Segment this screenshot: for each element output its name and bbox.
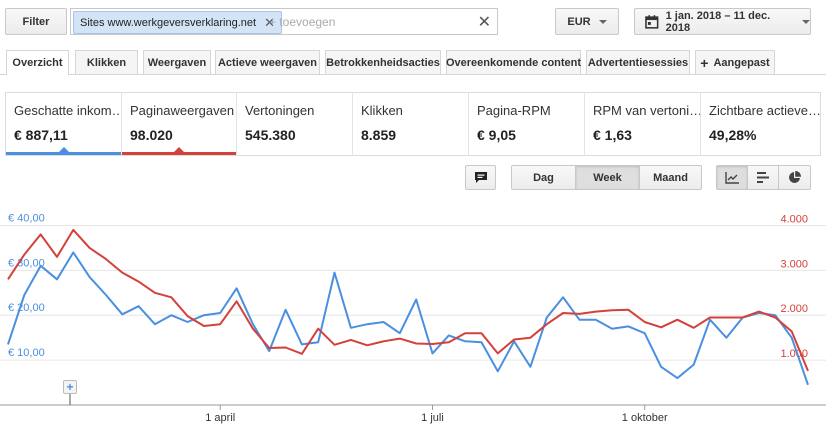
right-axis-tick-label: 4.000 [780, 213, 808, 225]
right-axis-tick-label: 2.000 [780, 303, 808, 315]
annotations-button[interactable] [465, 165, 496, 190]
clear-filter-icon[interactable]: ✕ [478, 12, 491, 32]
metric-label: Geschatte inkom… [14, 103, 121, 118]
metric-active-view-viewable[interactable]: Zichtbare actieve… 49,28% [701, 93, 820, 155]
tab-label: Weergaven [147, 56, 207, 69]
pie-chart-toggle[interactable] [778, 165, 811, 190]
x-axis-tick-label: 1 oktober [622, 412, 668, 424]
metric-selected-bar [6, 152, 121, 155]
tab-label: Overeenkomende content [445, 56, 582, 69]
series-line-right [7, 228, 809, 372]
metric-label: Paginaweergaven [130, 103, 235, 118]
plus-icon: + [700, 54, 709, 71]
tab-label: Aangepast [713, 56, 770, 69]
metric-notch [174, 147, 184, 152]
bar-chart-icon [757, 172, 769, 183]
metric-label: Klikken [361, 103, 403, 118]
left-axis-tick-label: € 40,00 [8, 212, 45, 224]
metric-estimated-earnings[interactable]: Geschatte inkom… € 887,11 [6, 93, 122, 155]
tab-advertentiesessies[interactable]: Advertentiesessies [586, 50, 690, 74]
granularity-month[interactable]: Maand [639, 165, 702, 190]
tab-label: Klikken [86, 56, 127, 69]
tab-klikken[interactable]: Klikken [75, 50, 138, 74]
tab-betrokkenheidsacties[interactable]: Betrokkenheidsacties [325, 50, 441, 74]
granularity-label: Week [593, 171, 622, 184]
x-axis-tick-label: 1 juli [421, 412, 444, 424]
chevron-down-icon [598, 19, 607, 24]
tab-aangepast[interactable]: + Aangepast [695, 50, 775, 74]
comment-icon [474, 172, 487, 183]
tab-label: Overzicht [12, 57, 63, 69]
filter-chip-label: Sites www.werkgeversverklaring.net [80, 16, 257, 29]
filter-input-box[interactable]: Sites www.werkgeversverklaring.net ✕ + t… [70, 8, 498, 35]
date-range-value: 1 jan. 2018 – 11 dec. 2018 [665, 9, 771, 34]
tab-label: Actieve weergaven [217, 56, 318, 69]
currency-select[interactable]: EUR [555, 8, 619, 35]
line-chart-icon [725, 171, 739, 184]
tab-divider [0, 74, 826, 75]
left-axis-tick-label: € 20,00 [8, 302, 45, 314]
tab-actieve-weergaven[interactable]: Actieve weergaven [215, 50, 320, 74]
performance-line-chart: € 10,00€ 20,00€ 30,00€ 40,001.0002.0003.… [0, 212, 826, 424]
left-axis-tick-label: € 10,00 [8, 347, 45, 359]
filter-button[interactable]: Filter [5, 8, 67, 35]
metric-value: 49,28% [709, 127, 757, 143]
filter-chip: Sites www.werkgeversverklaring.net ✕ [73, 11, 282, 34]
metric-page-rpm[interactable]: Pagina-RPM € 9,05 [469, 93, 585, 155]
granularity-week[interactable]: Week [575, 165, 640, 190]
date-range-picker[interactable]: 1 jan. 2018 – 11 dec. 2018 [634, 8, 811, 35]
metric-label: RPM van vertoni… [593, 103, 700, 118]
chevron-down-icon [802, 19, 810, 24]
add-annotation-button[interactable]: + [63, 380, 77, 394]
metric-impressions[interactable]: Vertoningen 545.380 [237, 93, 353, 155]
calendar-icon [645, 14, 659, 29]
granularity-label: Dag [533, 171, 554, 184]
metric-label: Pagina-RPM [477, 103, 551, 118]
metric-selected-bar [122, 152, 236, 155]
metric-notch [58, 147, 69, 152]
line-chart-toggle[interactable] [716, 165, 748, 190]
metrics-scorecard: Geschatte inkom… € 887,11 Paginaweergave… [5, 92, 821, 156]
tab-label: Betrokkenheidsacties [326, 56, 440, 69]
metric-pageviews[interactable]: Paginaweergaven 98.020 [122, 93, 237, 155]
metric-value: € 9,05 [477, 127, 516, 143]
metric-value: 98.020 [130, 127, 173, 143]
granularity-label: Maand [653, 171, 688, 184]
metric-value: 545.380 [245, 127, 296, 143]
metric-impression-rpm[interactable]: RPM van vertoni… € 1,63 [585, 93, 701, 155]
tab-label: Advertentiesessies [587, 56, 689, 69]
plus-icon: + [66, 380, 74, 394]
x-axis-tick-label: 1 april [205, 412, 235, 424]
metric-label: Vertoningen [245, 103, 315, 118]
metric-value: € 887,11 [14, 127, 68, 143]
tab-overzicht[interactable]: Overzicht [6, 50, 69, 75]
bar-chart-toggle[interactable] [747, 165, 779, 190]
granularity-day[interactable]: Dag [511, 165, 576, 190]
metric-label: Zichtbare actieve… [709, 103, 820, 118]
metric-clicks[interactable]: Klikken 8.859 [353, 93, 469, 155]
currency-value: EUR [567, 15, 591, 28]
metric-value: € 1,63 [593, 127, 632, 143]
tab-overeenkomende-content[interactable]: Overeenkomende content [446, 50, 581, 74]
series-line-left [7, 251, 809, 386]
right-axis-tick-label: 3.000 [780, 258, 808, 270]
metric-value: 8.859 [361, 127, 397, 143]
filter-add-input[interactable]: + toevoegen [269, 15, 335, 29]
filter-label: Filter [22, 15, 50, 28]
pie-chart-icon [789, 171, 801, 183]
tab-weergaven[interactable]: Weergaven [143, 50, 211, 74]
